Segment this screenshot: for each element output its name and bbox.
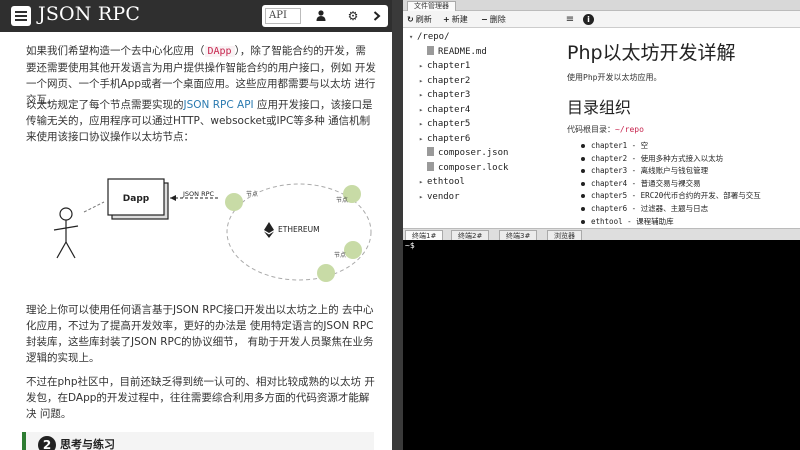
paragraph-php-community: 不过在php社区中，目前还缺乏得到统一认可的、相对比较成熟的以太坊 开发包，在D…	[26, 376, 375, 420]
preview-subtitle: 使用Php开发以太坊应用。	[567, 73, 662, 82]
dapp-label: Dapp	[123, 194, 150, 204]
tree-file[interactable]: README.md	[419, 45, 487, 59]
user-icon[interactable]	[312, 7, 330, 25]
tree-label: chapter6	[427, 133, 471, 144]
tree-label: chapter4	[427, 104, 471, 115]
dapp-box: Dapp	[107, 178, 169, 220]
file-manager-tabbar: 文件管理器	[403, 0, 800, 11]
file-icon	[427, 45, 434, 55]
preview-section-heading: 目录组织	[567, 98, 632, 117]
tree-label: composer.json	[438, 148, 509, 158]
node-3	[344, 241, 362, 259]
preview-chapter-list: chapter1 - 空 chapter2 - 使用多种方式接入以太坊 chapte…	[579, 140, 761, 228]
tree-folder[interactable]: ▸ chapter5	[419, 117, 470, 131]
file-manager-toolbar: ↻ 刷新 + 新建 − 删除 ≡ i	[403, 11, 800, 28]
tree-file[interactable]: composer.lock	[419, 161, 508, 175]
chevron-right-icon[interactable]	[368, 7, 386, 25]
node-label-2: 节点	[336, 196, 348, 204]
json-rpc-diagram: Dapp JSON RPC ETHEREUM 节点 节点 节点	[46, 174, 380, 286]
preview-root-line: 代码根目录：~/repo	[567, 125, 644, 134]
doc-header: JSON RPC API ⚙	[0, 0, 392, 32]
tree-label: chapter3	[427, 90, 471, 100]
exercise-number: 2	[38, 436, 56, 450]
preview-title: Php以太坊开发详解	[567, 42, 736, 64]
file-icon	[427, 161, 434, 171]
doc-toolbar: API ⚙	[262, 5, 388, 27]
caret-right-icon: ▸	[419, 178, 424, 186]
caret-right-icon: ▸	[419, 120, 424, 128]
json-rpc-label: JSON RPC	[182, 190, 215, 198]
tree-folder[interactable]: ▸ chapter6	[419, 132, 470, 146]
caret-right-icon: ▸	[419, 62, 424, 70]
tree-label: vendor	[427, 191, 460, 202]
user-figure	[53, 207, 79, 259]
tree-label: chapter5	[427, 119, 471, 129]
preview-list-item: chapter6 - 过滤器、主题与日志	[579, 203, 761, 216]
caret-right-icon: ▸	[419, 134, 424, 143]
tree-label: /repo/	[417, 32, 450, 42]
terminal-prompt: ~$	[405, 241, 415, 250]
tree-folder[interactable]: ▸ chapter3	[419, 88, 470, 102]
tree-label: chapter2	[427, 75, 471, 86]
tree-label: ethtool	[427, 177, 465, 187]
caret-right-icon: ▸	[419, 91, 424, 99]
tree-folder[interactable]: ▸ ethtool	[419, 175, 465, 189]
terminal[interactable]: ~$	[403, 240, 800, 450]
markdown-preview: Php以太坊开发详解 使用Php开发以太坊应用。 目录组织 代码根目录：~/re…	[553, 28, 800, 228]
delete-button[interactable]: − 删除	[481, 14, 506, 26]
preview-list-item: chapter5 - ERC20代币合约的开发、部署与交互	[579, 190, 761, 203]
gear-icon[interactable]: ⚙	[344, 7, 362, 25]
ethereum-logo: ETHEREUM	[264, 222, 320, 238]
inline-code-dapp: DApp	[204, 46, 235, 57]
paragraph-json-rpc: 以太坊规定了每个节点需要实现的JSON RPC API 应用开发接口，该接口是传…	[26, 99, 373, 143]
exercise-label: 思考与练习	[60, 438, 115, 450]
tree-file[interactable]: composer.json	[419, 146, 508, 160]
doc-content: 如果我们希望构造一个去中心化应用（ DApp ），除了智能合约的开发，需要还需要使用…	[20, 34, 376, 450]
search-input[interactable]: API	[265, 8, 301, 24]
tree-folder[interactable]: ▸ vendor	[419, 190, 460, 204]
tree-root[interactable]: ▾/repo/	[409, 30, 450, 44]
menu-icon[interactable]: ≡	[563, 13, 577, 27]
preview-list-item: chapter3 - 离线账户与钱包管理	[579, 165, 761, 178]
preview-list-item: chapter1 - 空	[579, 140, 761, 153]
node-label-1: 节点	[246, 190, 258, 198]
node-1	[225, 193, 243, 211]
minus-icon: −	[481, 15, 488, 24]
caret-right-icon: ▸	[419, 76, 424, 85]
bars-icon[interactable]	[11, 6, 31, 26]
tree-label: composer.lock	[438, 162, 509, 173]
preview-list-item: ethtool - 课程辅助库	[579, 216, 761, 228]
ethereum-label: ETHEREUM	[278, 225, 320, 234]
info-icon[interactable]: i	[583, 14, 594, 25]
preview-list-item: chapter4 - 普通交易与裸交易	[579, 178, 761, 191]
refresh-icon: ↻	[407, 15, 414, 24]
terminal-tabbar: 终端1# 终端2# 终端3# 浏览器	[403, 228, 800, 241]
file-tree: ▾/repo/README.md ▸ chapter1 ▸ chapter2 ▸ chapt…	[403, 28, 553, 228]
node-label-3: 节点	[334, 251, 346, 259]
caret-right-icon: ▸	[419, 105, 424, 114]
refresh-button[interactable]: ↻ 刷新	[407, 14, 432, 26]
node-4	[317, 264, 335, 282]
tree-folder[interactable]: ▸ chapter2	[419, 74, 470, 88]
pane-divider[interactable]	[392, 0, 403, 450]
new-button[interactable]: + 新建	[443, 14, 468, 26]
paragraph-rpc-libraries: 理论上你可以使用任何语言基于JSON RPC接口开发出以太坊之上的 去中心化应用…	[26, 304, 374, 364]
inline-code-repo: ~/repo	[615, 125, 644, 134]
plus-icon: +	[443, 15, 450, 24]
caret-right-icon: ▸	[419, 192, 424, 201]
caret-down-icon: ▾	[409, 33, 414, 41]
tab-file-manager[interactable]: 文件管理器	[407, 1, 456, 11]
preview-list-item: chapter2 - 使用多种方式接入以太坊	[579, 153, 761, 166]
doc-title: JSON RPC	[38, 3, 141, 25]
tree-folder[interactable]: ▸ chapter4	[419, 103, 470, 117]
tree-label: chapter1	[427, 61, 471, 71]
tree-folder[interactable]: ▸ chapter1	[419, 59, 470, 73]
ide-pane: 文件管理器 ↻ 刷新 + 新建 − 删除 ≡ i ▾/repo/README.md ▸ c…	[403, 0, 800, 450]
file-icon	[427, 147, 434, 156]
json-rpc-api-link[interactable]: JSON RPC API	[184, 99, 254, 111]
tree-label: README.md	[438, 46, 487, 57]
exercise-heading: 2 思考与练习	[22, 432, 374, 450]
doc-pane: JSON RPC API ⚙ 如果我们希望构造一个去中心化应用（ DApp ），除了…	[0, 0, 392, 450]
